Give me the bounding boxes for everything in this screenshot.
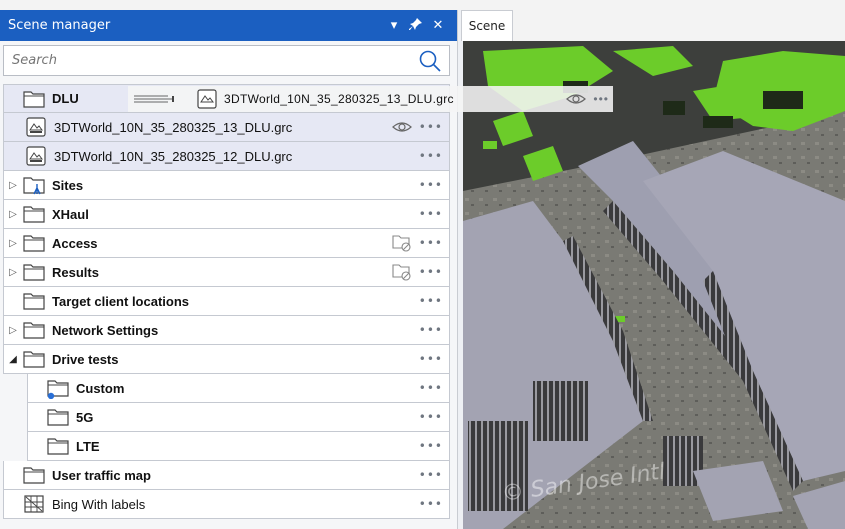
folder-icon (47, 438, 69, 455)
tree-item-label: LTE (76, 438, 100, 454)
expand-arrow-icon[interactable]: ▷ (4, 180, 22, 191)
folder-icon (23, 322, 45, 339)
tree-item-label: 3DTWorld_10N_35_280325_12_DLU.grc (54, 148, 293, 164)
terrain-file-icon (26, 146, 46, 166)
tree-item-label: Network Settings (52, 322, 159, 338)
tree-item-xhaul[interactable]: ▷ XHaul ••• (3, 200, 450, 229)
map-layer-icon (24, 495, 44, 513)
folder-icon (23, 351, 45, 368)
expand-arrow-icon[interactable]: ▷ (4, 325, 22, 336)
tree-item-label: Results (52, 264, 99, 280)
expand-arrow-icon[interactable]: ▷ (4, 238, 22, 249)
tree-item-label: Bing With labels (52, 496, 146, 512)
tree-item-label: 3DTWorld_10N_35_280325_13_DLU.grc (54, 119, 293, 135)
more-options-icon[interactable]: ••• (419, 120, 443, 134)
tree-item-network-settings[interactable]: ▷ Network Settings ••• (3, 316, 450, 345)
tree-item-label: Drive tests (52, 351, 119, 367)
drag-lines-icon (134, 95, 174, 103)
scene-tree: DLU 3DTWorld_10N_35_280325_13_DLU.grc ••… (3, 84, 450, 519)
scene-render: © San Jose Intl (463, 41, 845, 529)
folder-icon (23, 235, 45, 252)
eye-icon (566, 94, 587, 104)
tree-item-custom[interactable]: Custom ••• (27, 374, 450, 403)
tree-item-results[interactable]: ▷ Results ••• (3, 258, 450, 287)
tree-item-lte[interactable]: LTE ••• (27, 432, 450, 461)
tree-item-target-client-locations[interactable]: Target client locations ••• (3, 287, 450, 316)
collapse-arrow-icon[interactable]: ◢ (4, 354, 22, 365)
drag-ghost: 3DTWorld_10N_35_280325_13_DLU.grc ••• (128, 86, 613, 112)
tree-item-access[interactable]: ▷ Access ••• (3, 229, 450, 258)
tree-item-label: Custom (76, 380, 125, 396)
hidden-folder-icon[interactable] (391, 233, 413, 253)
folder-icon (23, 264, 45, 281)
more-options-icon[interactable]: ••• (419, 178, 443, 192)
tree-item-label: DLU (52, 91, 79, 106)
search-box[interactable] (3, 45, 450, 76)
chevron-down-icon[interactable]: ▾ (383, 18, 405, 33)
scene-3d-view[interactable]: © San Jose Intl (463, 41, 845, 529)
tree-item-drive-tests[interactable]: ◢ Drive tests ••• (3, 345, 450, 374)
more-options-icon[interactable]: ••• (419, 265, 443, 279)
more-options-icon[interactable]: ••• (419, 381, 443, 395)
more-options-icon[interactable]: ••• (419, 149, 443, 163)
eye-icon[interactable] (391, 117, 413, 137)
tree-item-sites[interactable]: ▷ Sites ••• (3, 171, 450, 200)
tab-bar-background (513, 10, 845, 41)
search-icon[interactable] (417, 48, 443, 74)
tree-item-bing-with-labels[interactable]: Bing With labels ••• (3, 490, 450, 519)
search-input[interactable] (4, 47, 417, 74)
more-options-icon[interactable]: ••• (419, 323, 443, 337)
tree-item-label: Sites (52, 177, 84, 193)
more-options-icon: ••• (593, 92, 609, 106)
custom-folder-icon (47, 380, 69, 399)
tree-item-5g[interactable]: 5G ••• (27, 403, 450, 432)
more-options-icon[interactable]: ••• (419, 236, 443, 250)
folder-icon (23, 90, 45, 108)
tree-item-label: User traffic map (52, 467, 151, 483)
hidden-folder-icon[interactable] (391, 262, 413, 282)
tree-item-file-12[interactable]: 3DTWorld_10N_35_280325_12_DLU.grc ••• (3, 142, 450, 171)
panel-title: Scene manager (8, 18, 111, 33)
panel-header: Scene manager ▾ ✕ (0, 10, 457, 41)
folder-icon (23, 467, 45, 484)
more-options-icon[interactable]: ••• (419, 207, 443, 221)
more-options-icon[interactable]: ••• (419, 410, 443, 424)
more-options-icon[interactable]: ••• (419, 468, 443, 482)
tree-item-label: 5G (76, 409, 94, 425)
drag-ghost-label: 3DTWorld_10N_35_280325_13_DLU.grc (224, 92, 454, 106)
more-options-icon[interactable]: ••• (419, 294, 443, 308)
expand-arrow-icon[interactable]: ▷ (4, 209, 22, 220)
tree-item-label: XHaul (52, 206, 89, 222)
expand-arrow-icon[interactable]: ▷ (4, 267, 22, 278)
tree-item-file-13[interactable]: 3DTWorld_10N_35_280325_13_DLU.grc ••• (3, 113, 450, 142)
more-options-icon[interactable]: ••• (419, 439, 443, 453)
terrain-file-icon (26, 117, 46, 137)
top-strip (0, 0, 845, 10)
tree-item-user-traffic-map[interactable]: User traffic map ••• (3, 461, 450, 490)
tree-item-label: Access (52, 235, 98, 251)
folder-icon (23, 293, 45, 310)
folder-icon (23, 206, 45, 223)
folder-icon (47, 409, 69, 426)
more-options-icon[interactable]: ••• (419, 497, 443, 511)
close-icon[interactable]: ✕ (427, 18, 449, 33)
sites-folder-icon (23, 177, 45, 195)
tree-item-label: Target client locations (52, 293, 190, 309)
more-options-icon[interactable]: ••• (419, 352, 443, 366)
tab-scene[interactable]: Scene (461, 10, 513, 41)
pin-icon[interactable] (405, 17, 427, 35)
terrain-file-icon (197, 89, 217, 109)
